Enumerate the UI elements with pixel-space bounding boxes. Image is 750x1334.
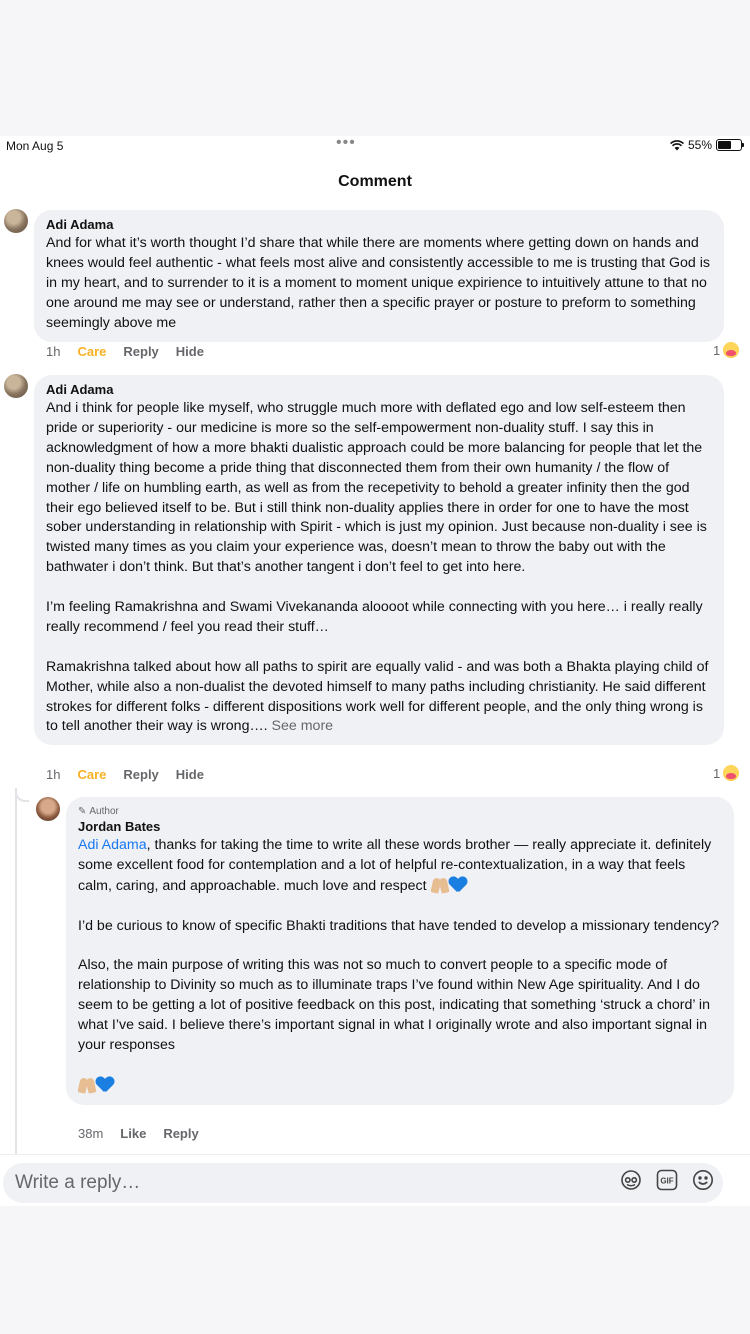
care-emoji-icon bbox=[723, 765, 740, 781]
comment-text-part: Ramakrishna talked about how all paths t… bbox=[46, 658, 709, 735]
comment-text: Ramakrishna talked about how all paths t… bbox=[46, 658, 712, 738]
thread-line bbox=[15, 791, 17, 1156]
like-button[interactable]: Like bbox=[120, 1126, 146, 1141]
gif-icon[interactable]: GIF bbox=[656, 1169, 678, 1191]
care-reaction-button[interactable]: Care bbox=[77, 344, 106, 359]
reply-bar: GIF bbox=[0, 1154, 750, 1206]
avatar[interactable] bbox=[36, 797, 60, 821]
comment-actions: 38m Like Reply bbox=[78, 1126, 199, 1141]
wifi-icon bbox=[670, 139, 684, 150]
pencil-icon: ✎ bbox=[78, 806, 87, 817]
comment-author[interactable]: Adi Adama bbox=[46, 217, 712, 233]
mention-link[interactable]: Adi Adama bbox=[78, 837, 147, 853]
reaction-count[interactable]: 1 bbox=[713, 765, 740, 781]
reaction-count-number: 1 bbox=[713, 342, 721, 358]
blue-heart-emoji-icon bbox=[449, 876, 467, 893]
care-emoji-icon bbox=[723, 342, 740, 358]
gif-label: GIF bbox=[660, 1177, 673, 1186]
comment-actions: 1h Care Reply Hide bbox=[46, 344, 204, 359]
thread-connector bbox=[15, 788, 29, 802]
comment-screen: Mon Aug 5 ••• 55% Comment Adi Adama And … bbox=[0, 136, 750, 1206]
reply-input[interactable] bbox=[3, 1163, 723, 1203]
comment-text: And for what it’s worth thought I’d shar… bbox=[46, 235, 710, 331]
reply-bubble: ✎ Author Jordan Bates Adi Adama, thanks … bbox=[66, 797, 734, 1105]
folded-hands-emoji-icon bbox=[78, 1076, 96, 1094]
reaction-count[interactable]: 1 bbox=[713, 342, 740, 358]
battery-percent: 55% bbox=[687, 138, 712, 152]
comment-time[interactable]: 1h bbox=[46, 344, 60, 359]
comment-time[interactable]: 38m bbox=[78, 1126, 103, 1141]
emoji-icon[interactable] bbox=[692, 1169, 714, 1191]
comment-text-part: , thanks for taking the time to write al… bbox=[78, 837, 712, 894]
emoji-line bbox=[78, 1076, 722, 1097]
status-indicators: 55% bbox=[670, 138, 744, 152]
comment-author[interactable]: Adi Adama bbox=[46, 382, 712, 398]
comment-text: Also, the main purpose of writing this w… bbox=[78, 957, 710, 1054]
comment-text: I’m feeling Ramakrishna and Swami Viveka… bbox=[46, 599, 703, 635]
author-badge-label: Author bbox=[89, 806, 119, 817]
reply-button[interactable]: Reply bbox=[123, 767, 158, 782]
avatar[interactable] bbox=[4, 374, 28, 398]
avatar-sticker-icon[interactable] bbox=[620, 1169, 642, 1191]
comment-text: I’d be curious to know of specific Bhakt… bbox=[78, 917, 720, 934]
hide-button[interactable]: Hide bbox=[176, 344, 204, 359]
avatar[interactable] bbox=[4, 209, 28, 233]
care-reaction-button[interactable]: Care bbox=[77, 767, 106, 782]
page-title: Comment bbox=[338, 173, 412, 190]
hide-button[interactable]: Hide bbox=[176, 767, 204, 782]
status-time: Mon Aug 5 bbox=[6, 139, 64, 153]
reply-tools: GIF bbox=[620, 1169, 714, 1191]
reaction-count-number: 1 bbox=[713, 765, 721, 781]
comment-text: Adi Adama, thanks for taking the time to… bbox=[78, 836, 722, 897]
reply-button[interactable]: Reply bbox=[163, 1126, 198, 1141]
comment-bubble: Adi Adama And i think for people like my… bbox=[34, 375, 724, 746]
comment-actions: 1h Care Reply Hide bbox=[46, 767, 204, 782]
reply-button[interactable]: Reply bbox=[123, 344, 158, 359]
see-more-link[interactable]: See more bbox=[272, 718, 334, 734]
folded-hands-emoji-icon bbox=[431, 876, 449, 894]
author-badge: ✎ Author bbox=[78, 805, 722, 819]
comment-bubble: Adi Adama And for what it’s worth though… bbox=[34, 210, 724, 342]
blue-heart-emoji-icon bbox=[96, 1076, 114, 1093]
status-bar: Mon Aug 5 ••• 55% bbox=[0, 136, 750, 158]
comment-text: And i think for people like myself, who … bbox=[46, 400, 707, 576]
battery-icon bbox=[716, 139, 744, 151]
comment-time[interactable]: 1h bbox=[46, 767, 60, 782]
comment-author[interactable]: Jordan Bates bbox=[78, 819, 722, 835]
multitasking-dots-icon[interactable]: ••• bbox=[336, 136, 356, 152]
